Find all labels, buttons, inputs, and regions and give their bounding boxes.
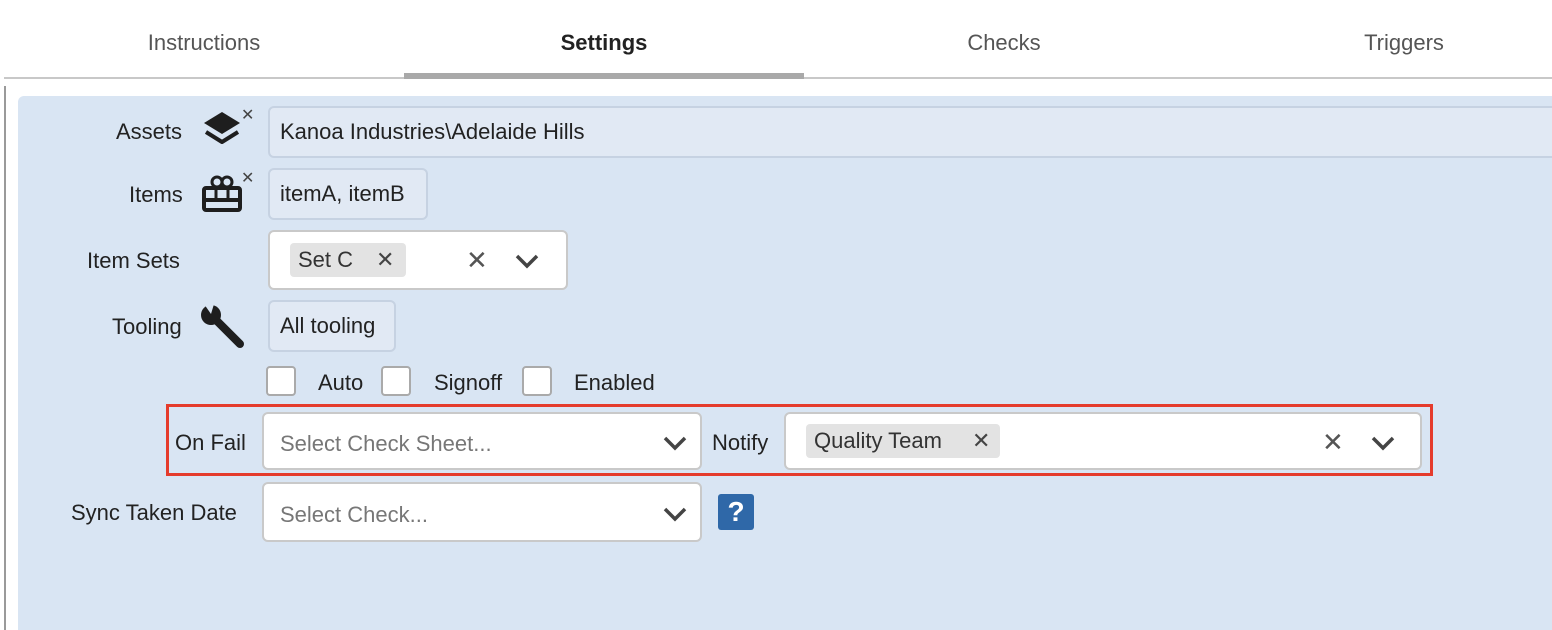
item-sets-select[interactable]: Set C ✕ ✕ (268, 230, 568, 290)
on-fail-label: On Fail (175, 430, 246, 455)
item-sets-label: Item Sets (87, 248, 180, 273)
chevron-down-icon[interactable] (514, 252, 540, 270)
chevron-down-icon[interactable] (1370, 434, 1396, 452)
notify-select[interactable]: Quality Team ✕ ✕ (784, 412, 1422, 470)
assets-clear-icon[interactable]: ✕ (241, 108, 254, 124)
chevron-down-icon[interactable] (662, 505, 688, 523)
on-fail-select[interactable]: Select Check Sheet... (262, 412, 702, 470)
assets-field[interactable]: Kanoa Industries\Adelaide Hills (268, 106, 1552, 158)
items-clear-icon[interactable]: ✕ (241, 171, 254, 187)
tooling-label: Tooling (112, 314, 182, 339)
item-set-chip: Set C ✕ (290, 243, 406, 277)
auto-label: Auto (318, 370, 364, 395)
clear-icon[interactable]: ✕ (466, 245, 488, 276)
help-button[interactable]: ? (718, 494, 754, 530)
assets-label: Assets (116, 119, 183, 144)
item-set-chip-label: Set C (298, 247, 354, 272)
items-label: Items (129, 182, 183, 207)
tab-bar: Instructions Settings Checks Triggers (4, 0, 1552, 79)
tab-triggers[interactable]: Triggers (1204, 0, 1552, 77)
left-divider (4, 86, 6, 630)
layers-icon (202, 110, 242, 155)
remove-chip-icon[interactable]: ✕ (972, 424, 990, 458)
enabled-label: Enabled (574, 370, 655, 395)
gift-icon (200, 174, 244, 219)
tab-checks[interactable]: Checks (804, 0, 1204, 77)
remove-chip-icon[interactable]: ✕ (376, 243, 394, 277)
sync-taken-date-placeholder: Select Check... (280, 502, 428, 527)
enabled-checkbox[interactable] (522, 366, 552, 396)
on-fail-placeholder: Select Check Sheet... (280, 431, 492, 456)
tab-instructions[interactable]: Instructions (4, 0, 404, 77)
notify-chip-label: Quality Team (814, 428, 942, 453)
tab-settings[interactable]: Settings (404, 0, 804, 79)
chevron-down-icon[interactable] (662, 434, 688, 452)
notify-label: Notify (712, 430, 769, 455)
items-field[interactable]: itemA, itemB (268, 168, 428, 220)
clear-icon[interactable]: ✕ (1322, 427, 1344, 458)
sync-taken-date-label: Sync Taken Date (71, 500, 237, 525)
auto-checkbox[interactable] (266, 366, 296, 396)
signoff-checkbox[interactable] (381, 366, 411, 396)
notify-chip: Quality Team ✕ (806, 424, 1000, 458)
tooling-field[interactable]: All tooling (268, 300, 396, 352)
sync-taken-date-select[interactable]: Select Check... (262, 482, 702, 542)
wrench-icon (198, 304, 246, 355)
signoff-label: Signoff (434, 370, 503, 395)
